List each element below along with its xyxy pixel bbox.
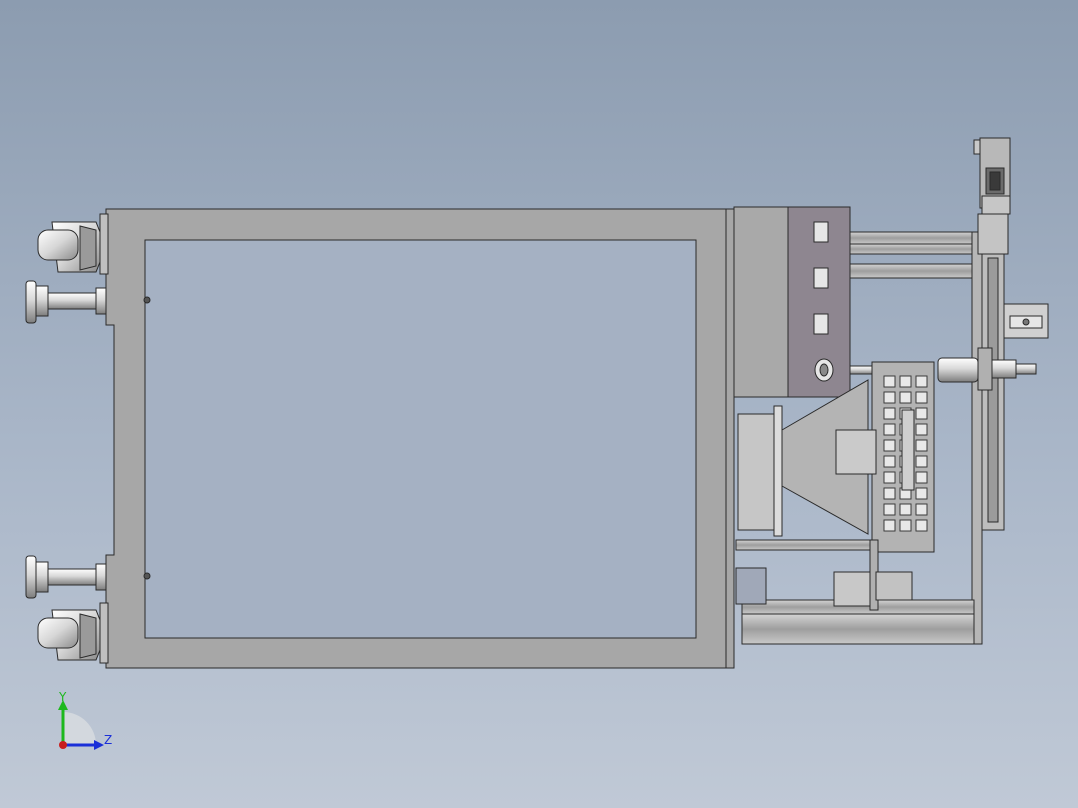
control-box (733, 206, 851, 398)
sensor-block (1003, 303, 1049, 339)
model-drawing[interactable]: Y Z (0, 0, 1078, 808)
cad-viewport[interactable]: Y Z (0, 0, 1078, 808)
main-frame (105, 208, 735, 669)
caster-top (37, 213, 109, 275)
upper-rail (849, 231, 977, 279)
servo-motor (973, 137, 1011, 215)
z-axis-label: Z (104, 733, 112, 747)
y-axis-label: Y (58, 690, 67, 704)
lower-rail (735, 539, 975, 645)
caster-bottom (37, 602, 109, 664)
vertical-column (971, 213, 1009, 645)
axis-triad: Y Z (58, 690, 112, 750)
x-axis-dot (59, 741, 67, 749)
z-axis-arrowhead (94, 740, 104, 750)
